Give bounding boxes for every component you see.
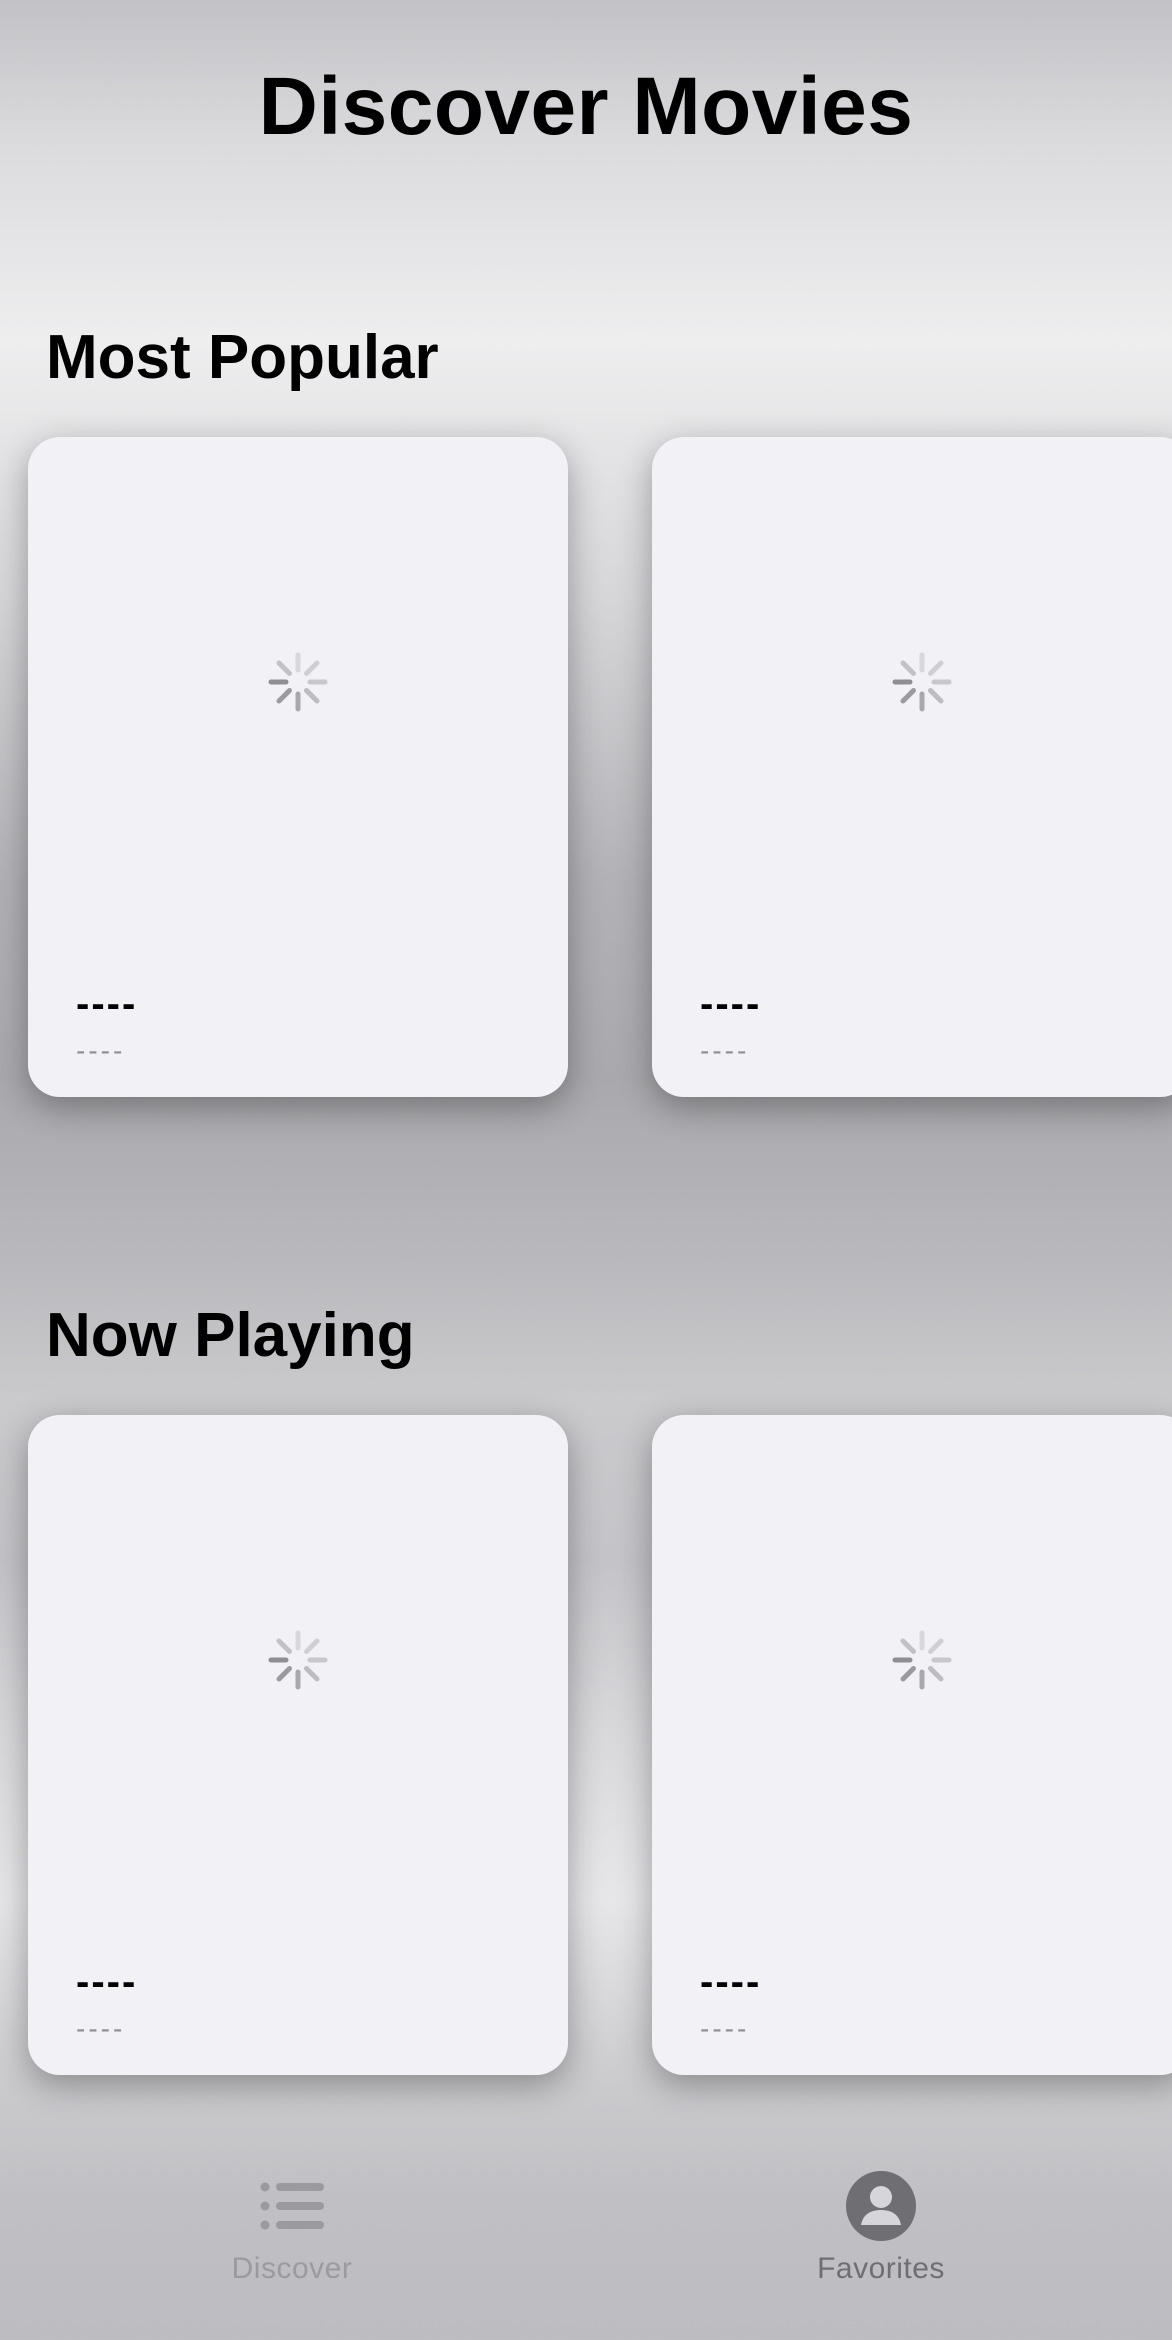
page-title: Discover Movies xyxy=(258,61,914,152)
tab-favorites[interactable]: Favorites xyxy=(731,2170,1031,2286)
movie-title: ---- xyxy=(76,982,138,1026)
tab-bar: Discover Favorites xyxy=(0,2150,1172,2340)
tab-discover[interactable]: Discover xyxy=(142,2170,442,2286)
movie-card[interactable]: ---- ---- xyxy=(652,437,1172,1097)
movie-card[interactable]: ---- ---- xyxy=(652,1415,1172,2075)
movie-subtitle: ---- xyxy=(76,1035,126,1066)
loading-spinner-icon xyxy=(268,1630,328,1690)
movie-title: ---- xyxy=(76,1960,138,2004)
movie-title: ---- xyxy=(700,1960,762,2004)
loading-spinner-icon xyxy=(892,652,952,712)
person-icon xyxy=(846,2171,916,2241)
loading-spinner-icon xyxy=(268,652,328,712)
tab-favorites-label: Favorites xyxy=(817,2252,945,2285)
section-title-now-playing: Now Playing xyxy=(46,1301,415,1370)
list-icon xyxy=(260,2182,324,2230)
movie-subtitle: ---- xyxy=(76,2013,126,2044)
section-title-most-popular: Most Popular xyxy=(46,323,439,392)
movie-title: ---- xyxy=(700,982,762,1026)
movie-subtitle: ---- xyxy=(700,1035,750,1066)
movie-card[interactable]: ---- ---- xyxy=(28,1415,568,2075)
tab-discover-label: Discover xyxy=(231,2252,353,2285)
movie-subtitle: ---- xyxy=(700,2013,750,2044)
movie-card[interactable]: ---- ---- xyxy=(28,437,568,1097)
loading-spinner-icon xyxy=(892,1630,952,1690)
